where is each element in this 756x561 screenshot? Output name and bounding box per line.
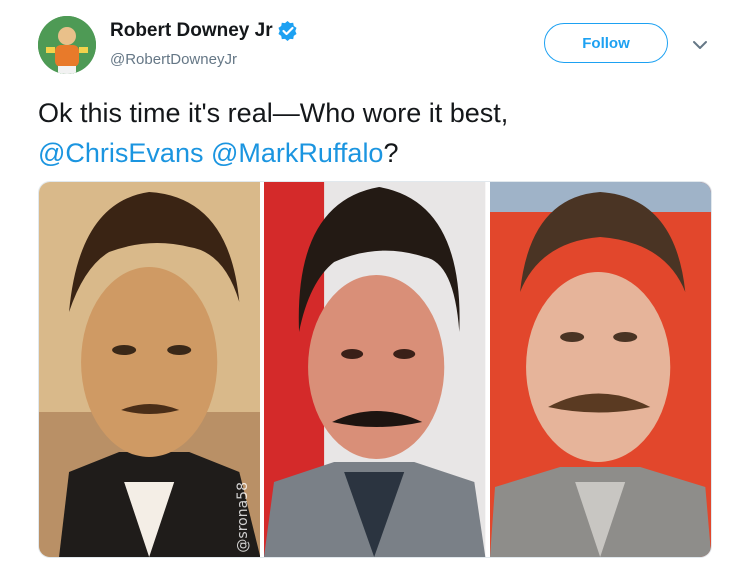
mention-chris-evans-link[interactable]: @ChrisEvans xyxy=(38,138,203,168)
author-display-name[interactable]: Robert Downey Jr xyxy=(110,20,273,42)
photo-1[interactable]: @srona58 xyxy=(39,182,261,557)
author-name-row: Robert Downey Jr xyxy=(110,20,298,42)
author-avatar[interactable] xyxy=(38,16,96,74)
photo-watermark: @srona58 xyxy=(235,482,251,553)
follow-button[interactable]: Follow xyxy=(544,23,668,63)
photo-3[interactable] xyxy=(489,182,711,557)
tweet-text-end: ? xyxy=(383,138,399,168)
photo-2[interactable] xyxy=(264,182,486,557)
tweet-text-main: Ok this time it's real—Who wore it best, xyxy=(38,98,509,128)
tweet-media[interactable]: @srona58 xyxy=(38,181,712,558)
tweet-text: Ok this time it's real—Who wore it best,… xyxy=(38,93,728,173)
mention-mark-ruffalo-link[interactable]: @MarkRuffalo xyxy=(211,138,383,168)
verified-badge-icon xyxy=(278,21,298,41)
chevron-down-icon[interactable] xyxy=(692,38,708,50)
author-handle[interactable]: @RobertDowneyJr xyxy=(110,51,237,68)
